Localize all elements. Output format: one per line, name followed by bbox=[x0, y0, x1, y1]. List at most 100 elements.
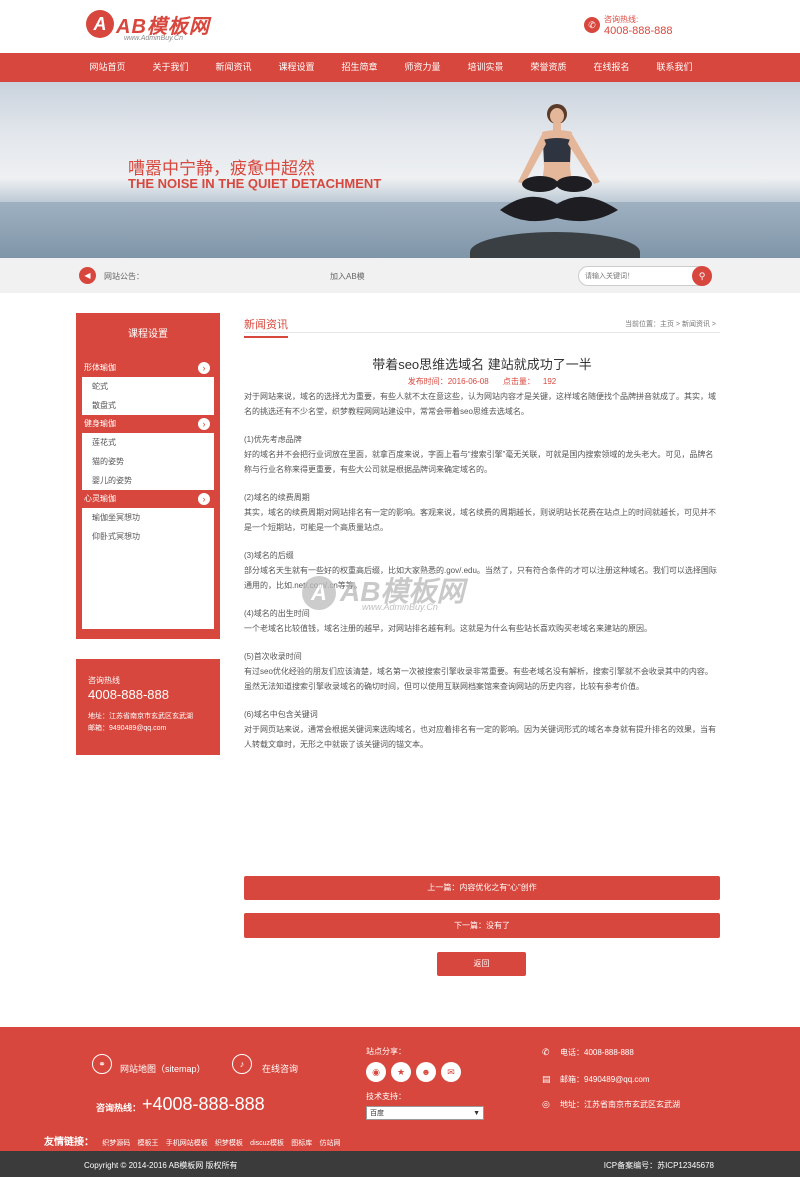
publish-label: 发布时间： bbox=[407, 377, 448, 386]
location-pin-icon: ◎ bbox=[542, 1099, 550, 1109]
qzone-icon[interactable]: ☻ bbox=[416, 1062, 436, 1082]
phone-icon: ✆ bbox=[542, 1047, 550, 1057]
star-icon[interactable]: ★ bbox=[391, 1062, 411, 1082]
breadcrumb[interactable]: 当前位置：主页 > 新闻资讯 > bbox=[625, 319, 716, 329]
sidebar-item[interactable]: 散盘式 bbox=[82, 396, 214, 415]
friend-link[interactable]: 模板王 bbox=[137, 1140, 158, 1147]
nav-item-scenes[interactable]: 培训实景 bbox=[454, 53, 517, 82]
weibo-icon[interactable]: ◉ bbox=[366, 1062, 386, 1082]
nav-item-courses[interactable]: 课程设置 bbox=[265, 53, 328, 82]
search-icon[interactable]: ⚲ bbox=[692, 266, 712, 286]
nav-item-contact[interactable]: 联系我们 bbox=[643, 53, 706, 82]
article-subheading: (1)优先考虑品牌 bbox=[244, 435, 302, 444]
select-value: 百度 bbox=[370, 1110, 384, 1117]
banner-sea bbox=[0, 202, 800, 258]
sitemap-link[interactable]: 网站地图（sitemap） bbox=[120, 1062, 206, 1075]
friend-link[interactable]: 织梦源码 bbox=[102, 1140, 130, 1147]
speaker-icon: ◀ bbox=[79, 267, 96, 284]
friend-link[interactable]: 织梦模板 bbox=[215, 1140, 243, 1147]
hotline-label: 咨询热线: bbox=[604, 15, 639, 24]
header-hotline: ✆ 咨询热线: 4008-888-888 bbox=[584, 14, 704, 40]
article-subheading: (5)首次收录时间 bbox=[244, 652, 302, 661]
sidebar-category-list: 形体瑜伽 › 蛇式 散盘式 健身瑜伽 › 莲花式 猫的姿势 婴儿的姿势 心灵瑜伽… bbox=[82, 359, 214, 629]
footer-email: ▤ 邮箱：9490489@qq.com bbox=[542, 1074, 650, 1085]
friend-link[interactable]: 图标库 bbox=[291, 1140, 312, 1147]
site-footer: ⚭ 网站地图（sitemap） ♪ 在线咨询 咨询热线： +4008-888-8… bbox=[0, 1027, 800, 1151]
wechat-icon[interactable]: ✉ bbox=[441, 1062, 461, 1082]
tech-support-select[interactable]: 百度 ▼ bbox=[366, 1106, 484, 1120]
article-subheading: (6)域名中包含关键词 bbox=[244, 710, 318, 719]
footer-hotline-number: +4008-888-888 bbox=[142, 1094, 265, 1114]
sidebar-item[interactable]: 莲花式 bbox=[82, 433, 214, 452]
nav-item-teachers[interactable]: 师资力量 bbox=[391, 53, 454, 82]
share-label: 站点分享： bbox=[366, 1047, 406, 1056]
sidebar-item[interactable]: 猫的姿势 bbox=[82, 452, 214, 471]
phone-icon: ✆ bbox=[584, 17, 600, 33]
publish-date: 发布时间：2016-06-08 bbox=[408, 377, 489, 386]
friend-link[interactable]: 仿站网 bbox=[319, 1140, 340, 1147]
watermark-logo: A AB模板网 www.AdminBuy.Cn bbox=[302, 556, 512, 626]
logo-subtitle: www.AdminBuy.Cn bbox=[124, 35, 184, 42]
online-consult-link[interactable]: 在线咨询 bbox=[262, 1062, 298, 1075]
contact-label: 咨询热线 bbox=[88, 676, 120, 685]
sidebar-item[interactable]: 仰卧式冥想功 bbox=[82, 527, 214, 546]
sidebar-category-fitness-yoga[interactable]: 健身瑜伽 › bbox=[82, 415, 214, 433]
footer-hotline-label: 咨询热线： bbox=[96, 1103, 142, 1113]
bell-icon: ♪ bbox=[232, 1054, 252, 1074]
category-label: 形体瑜伽 bbox=[84, 363, 116, 372]
footer-phone-text: 电话：4008-888-888 bbox=[560, 1048, 634, 1057]
sidebar-item[interactable]: 瑜伽坐冥想功 bbox=[82, 508, 214, 527]
nav-item-admissions[interactable]: 招生简章 bbox=[328, 53, 391, 82]
section-header: 新闻资讯 当前位置：主页 > 新闻资讯 > bbox=[244, 313, 720, 338]
notice-text[interactable]: 加入AB模 bbox=[330, 271, 365, 282]
sidebar-category-mind-yoga[interactable]: 心灵瑜伽 › bbox=[82, 490, 214, 508]
publish-value: 2016-06-08 bbox=[447, 377, 489, 386]
banner-headline-en: THE NOISE IN THE QUIET DETACHMENT bbox=[128, 176, 382, 191]
notice-label: 网站公告： bbox=[104, 272, 144, 281]
copyright-text: Copyright © 2014-2016 AB模板网 版权所有 bbox=[84, 1161, 238, 1170]
sitemap-icon: ⚭ bbox=[92, 1054, 112, 1074]
contact-email: 邮箱：9490489@qq.com bbox=[88, 725, 167, 732]
footer-phone: ✆ 电话：4008-888-888 bbox=[542, 1047, 634, 1058]
main-nav: 网站首页 关于我们 新闻资讯 课程设置 招生简章 师资力量 培训实景 荣誉资质 … bbox=[0, 53, 800, 82]
category-label: 心灵瑜伽 bbox=[84, 494, 116, 503]
category-label: 健身瑜伽 bbox=[84, 419, 116, 428]
nav-item-honors[interactable]: 荣誉资质 bbox=[517, 53, 580, 82]
article-paragraph: 其实，域名的续费周期对网站排名有一定的影响。客观来说，域名续费的周期越长，则说明… bbox=[244, 508, 716, 532]
article-meta: 发布时间：2016-06-08 点击量： 192 bbox=[244, 376, 720, 387]
chevron-right-icon: › bbox=[198, 418, 210, 430]
article-paragraph: 对于网站来说，域名的选择尤为重要，有些人就不太在意这些，认为网站内容才是关键，这… bbox=[244, 392, 716, 416]
sidebar-course-box: 课程设置 形体瑜伽 › 蛇式 散盘式 健身瑜伽 › 莲花式 猫的姿势 婴儿的姿势… bbox=[76, 313, 220, 639]
footer-address-text: 地址：江苏省南京市玄武区玄武湖 bbox=[560, 1100, 680, 1109]
chevron-right-icon: › bbox=[198, 362, 210, 374]
back-button[interactable]: 返回 bbox=[437, 952, 526, 976]
article-subheading: (2)域名的续费周期 bbox=[244, 493, 310, 502]
friend-link[interactable]: 手机网站模板 bbox=[166, 1140, 208, 1147]
view-count: 点击量： 192 bbox=[503, 377, 556, 386]
notice-bar: ◀ 网站公告： 加入AB模 ⚲ bbox=[0, 258, 800, 293]
prev-article-button[interactable]: 上一篇：内容优化之有“心”创作 bbox=[244, 876, 720, 900]
dropdown-arrow-icon: ▼ bbox=[473, 1110, 480, 1117]
friend-link[interactable]: discuz模板 bbox=[250, 1140, 284, 1147]
next-article-button[interactable]: 下一篇：没有了 bbox=[244, 913, 720, 938]
contact-number: 4008-888-888 bbox=[88, 687, 169, 702]
nav-item-home[interactable]: 网站首页 bbox=[76, 53, 139, 82]
search-box: ⚲ bbox=[578, 266, 712, 286]
tech-support-label: 技术支持： bbox=[366, 1092, 406, 1101]
article-paragraph: 有过seo优化经验的朋友们应该清楚，域名第一次被搜索引擎收录非常重要。有些老域名… bbox=[244, 667, 713, 691]
sidebar-category-body-yoga[interactable]: 形体瑜伽 › bbox=[82, 359, 214, 377]
nav-item-about[interactable]: 关于我们 bbox=[139, 53, 202, 82]
printer-icon: ▤ bbox=[542, 1074, 551, 1084]
sidebar-item[interactable]: 蛇式 bbox=[82, 377, 214, 396]
sidebar-title: 课程设置 bbox=[128, 329, 168, 340]
logo-mark: A bbox=[86, 10, 114, 38]
nav-item-news[interactable]: 新闻资讯 bbox=[202, 53, 265, 82]
article-paragraph: 对于网页站来说，通常会根据关键词来选购域名，也对应着排名有一定的影响。因为关键词… bbox=[244, 725, 716, 749]
sidebar-item[interactable]: 婴儿的姿势 bbox=[82, 471, 214, 490]
site-logo[interactable]: A AB模板网 www.AdminBuy.Cn bbox=[86, 10, 226, 46]
views-label: 点击量： bbox=[502, 377, 535, 386]
footer-address: ◎ 地址：江苏省南京市玄武区玄武湖 bbox=[542, 1099, 680, 1110]
nav-item-signup[interactable]: 在线报名 bbox=[580, 53, 643, 82]
search-input[interactable] bbox=[585, 270, 685, 283]
friend-links-label: 友情链接： bbox=[44, 1137, 94, 1148]
